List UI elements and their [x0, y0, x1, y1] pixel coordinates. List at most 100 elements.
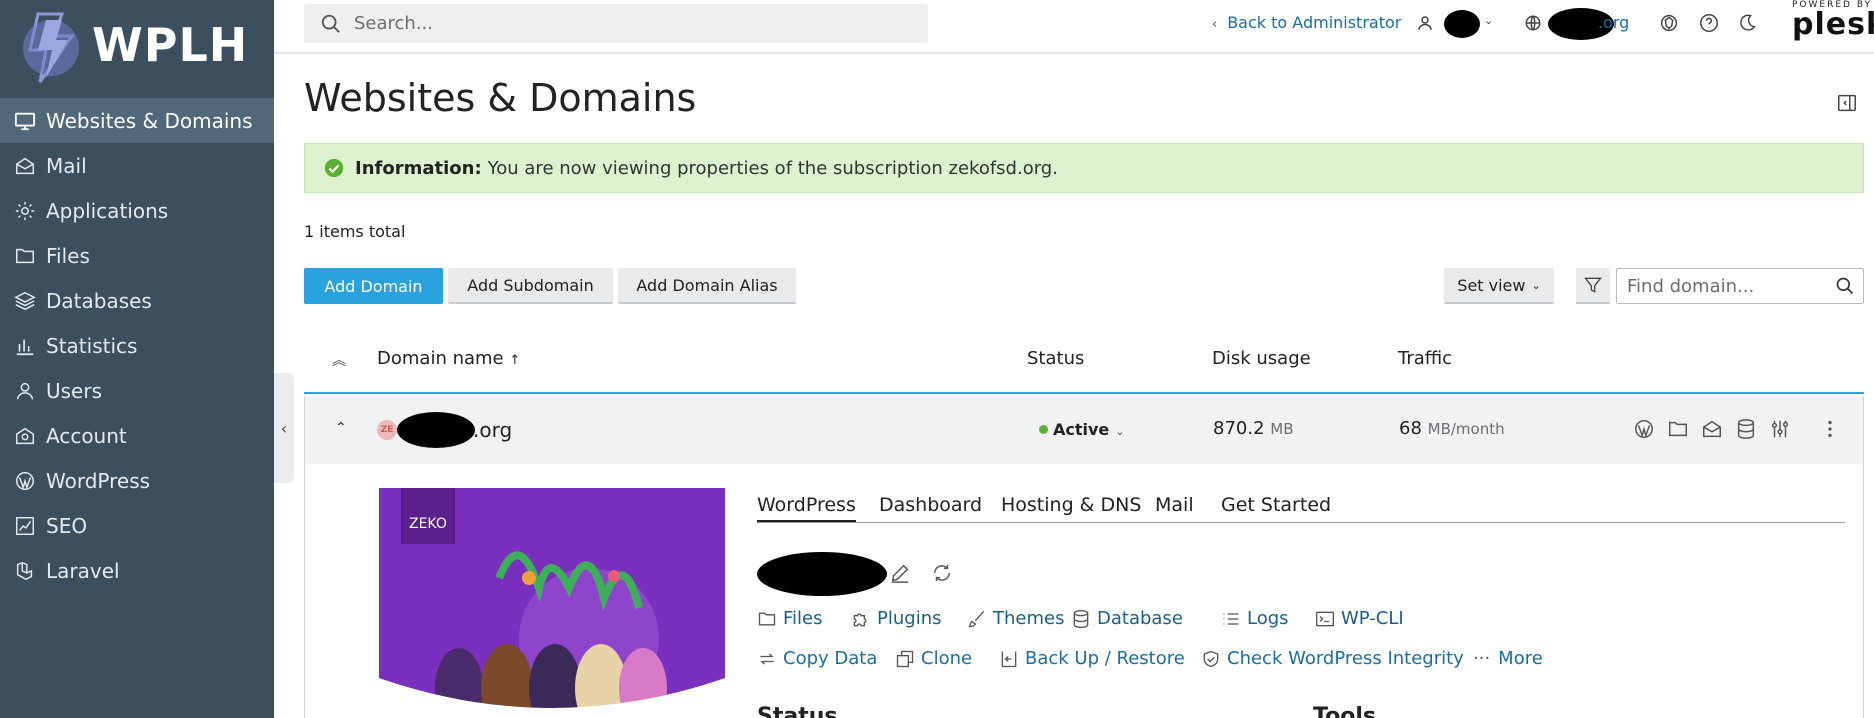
plugins-link[interactable]: Plugins [851, 608, 941, 629]
tab-dashboard[interactable]: Dashboard [879, 494, 982, 516]
puzzle-icon [853, 612, 867, 626]
sidebar-item-wordpress[interactable]: WordPress [0, 458, 274, 503]
info-message: You are now viewing properties of the su… [487, 157, 1058, 179]
edit-pencil-icon[interactable] [889, 562, 911, 584]
account-icon [16, 427, 34, 444]
sidebar-item-databases[interactable]: Databases [0, 278, 274, 323]
shield-check-icon [1203, 650, 1219, 667]
brand-logo[interactable]: WPLH [16, 4, 248, 86]
database-link[interactable]: Database [1071, 608, 1183, 629]
logs-link[interactable]: Logs [1221, 608, 1289, 629]
sidebar-item-account[interactable]: Account [0, 413, 274, 458]
clone-link[interactable]: Clone [895, 648, 972, 669]
page-title: Websites & Domains [304, 76, 697, 120]
more-link[interactable]: ··· More [1473, 648, 1543, 669]
clone-icon [896, 650, 914, 667]
sidebar-item-label: SEO [46, 513, 88, 538]
back-to-administrator-link[interactable]: ‹ Back to Administrator [1212, 13, 1401, 32]
list-icon [1223, 612, 1239, 625]
dark-mode-icon[interactable] [1736, 12, 1758, 34]
sidebar-collapse-handle[interactable]: ‹ [274, 373, 294, 483]
sidebar-item-label: Files [46, 243, 90, 268]
database-icon[interactable] [1735, 418, 1757, 440]
search-icon [321, 14, 340, 33]
add-domain-button[interactable]: Add Domain [304, 268, 443, 304]
gear-icon [15, 201, 35, 220]
collapse-all-icon[interactable]: ︽ [332, 350, 346, 370]
themes-link[interactable]: Themes [967, 608, 1064, 629]
wp-cli-link[interactable]: WP-CLI [1315, 608, 1404, 629]
column-traffic[interactable]: Traffic [1398, 348, 1452, 369]
mail-icon[interactable] [1701, 418, 1723, 440]
redacted-site-name [757, 552, 887, 596]
more-vertical-icon[interactable] [1819, 418, 1841, 440]
extensions-icon[interactable] [1658, 12, 1680, 34]
sidebar-item-seo[interactable]: SEO [0, 503, 274, 548]
add-domain-alias-button[interactable]: Add Domain Alias [618, 268, 796, 304]
traffic-value: 68 MB/month [1399, 418, 1505, 439]
column-disk-usage[interactable]: Disk usage [1212, 348, 1311, 369]
filter-button[interactable] [1576, 268, 1610, 304]
chevron-up-icon[interactable]: ⌃ [335, 420, 347, 436]
tab-wordpress[interactable]: WordPress [757, 494, 856, 523]
redacted-username[interactable] [1444, 10, 1480, 38]
sidebar-nav: Websites & Domains Mail Applications Fil… [0, 98, 274, 593]
database-icon [1073, 609, 1089, 628]
chevron-down-icon: ⌄ [1531, 278, 1541, 292]
tabs-divider [757, 522, 1845, 523]
info-label: Information: [355, 157, 482, 179]
backup-icon [1001, 651, 1017, 667]
sidebar-item-mail[interactable]: Mail [0, 143, 274, 188]
user-icon[interactable] [1416, 14, 1434, 32]
copy-data-link[interactable]: Copy Data [757, 648, 877, 669]
files-link[interactable]: Files [757, 608, 823, 629]
mail-icon [16, 157, 34, 174]
tab-hosting-dns[interactable]: Hosting & DNS [1001, 494, 1141, 516]
side-panel-toggle-icon[interactable] [1836, 92, 1858, 114]
subscription-domain-link[interactable]: .org [1598, 13, 1629, 32]
tab-get-started[interactable]: Get Started [1221, 494, 1331, 516]
sidebar-item-label: Laravel [46, 558, 120, 583]
preview-logo-text: ZEKO [409, 516, 447, 532]
site-favicon: ZE [377, 420, 397, 440]
search-input[interactable]: Search... [304, 4, 928, 43]
sidebar-item-users[interactable]: Users [0, 368, 274, 413]
seo-chart-icon [16, 516, 34, 535]
disk-usage-value: 870.2 MB [1213, 418, 1294, 439]
sort-asc-icon: ↑ [509, 353, 521, 368]
row-domain-name[interactable]: .org [473, 418, 512, 442]
sidebar-item-laravel[interactable]: Laravel [0, 548, 274, 593]
chevron-down-icon[interactable]: ⌄ [1484, 14, 1493, 27]
check-circle-icon [324, 158, 344, 178]
sidebar-item-statistics[interactable]: Statistics [0, 323, 274, 368]
settings-sliders-icon[interactable] [1769, 418, 1791, 440]
set-view-dropdown[interactable]: Set view ⌄ [1444, 268, 1554, 304]
website-preview-illustration: ZEKO [379, 488, 725, 718]
folder-icon[interactable] [1667, 418, 1689, 440]
check-wordpress-integrity-link[interactable]: Check WordPress Integrity [1201, 648, 1464, 669]
layers-icon [14, 291, 36, 310]
find-domain-input[interactable]: Find domain... [1616, 268, 1864, 304]
domains-table-header: ︽ Domain name ↑ Status Disk usage Traffi… [304, 340, 1864, 394]
sidebar-item-applications[interactable]: Applications [0, 188, 274, 233]
refresh-icon[interactable] [931, 562, 953, 584]
backup-restore-link[interactable]: Back Up / Restore [999, 648, 1185, 669]
sidebar-item-websites-domains[interactable]: Websites & Domains [0, 98, 274, 143]
column-status[interactable]: Status [1027, 348, 1084, 369]
column-domain-name[interactable]: Domain name ↑ [377, 348, 520, 369]
website-preview[interactable]: ZEKO [379, 488, 725, 718]
plesk-logo-text: plesk [1792, 7, 1874, 42]
terminal-icon [1316, 611, 1334, 626]
ellipsis-icon: ··· [1473, 648, 1491, 669]
tab-mail[interactable]: Mail [1155, 494, 1194, 516]
sidebar-item-files[interactable]: Files [0, 233, 274, 278]
status-dropdown[interactable]: Active ⌄ [1053, 420, 1125, 439]
sidebar-item-label: Databases [46, 288, 152, 313]
items-total: 1 items total [304, 222, 406, 241]
top-bar: Search... ‹ Back to Administrator ⌄ .org … [274, 0, 1874, 54]
add-subdomain-button[interactable]: Add Subdomain [448, 268, 613, 304]
redacted-domain-name[interactable] [397, 412, 475, 448]
wordpress-icon[interactable] [1633, 418, 1655, 440]
globe-icon[interactable] [1524, 14, 1542, 32]
help-icon[interactable] [1698, 12, 1720, 34]
